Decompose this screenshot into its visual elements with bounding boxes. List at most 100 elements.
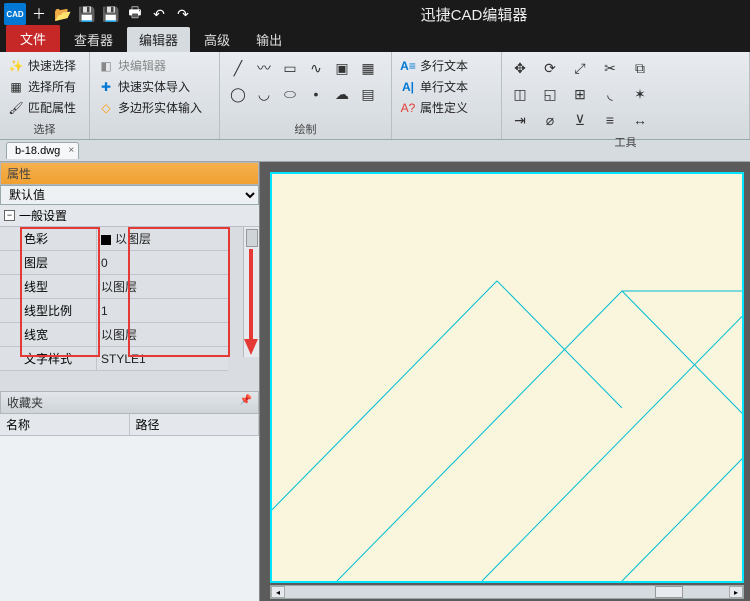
offset-tool-icon[interactable]: ◱: [538, 82, 562, 106]
tab-advanced[interactable]: 高级: [192, 27, 242, 52]
copy-tool-icon[interactable]: ⧉: [628, 56, 652, 80]
select-all-button[interactable]: ▦选择所有: [6, 77, 83, 96]
save-as-icon[interactable]: 💾: [100, 3, 122, 25]
cloud-tool-icon[interactable]: ☁: [330, 82, 354, 106]
tab-editor[interactable]: 编辑器: [127, 27, 190, 52]
explode-tool-icon[interactable]: ✶: [628, 82, 652, 106]
ellipse-tool-icon[interactable]: ⬭: [278, 82, 302, 106]
attribute-def-button[interactable]: A?属性定义: [398, 98, 495, 117]
scroll-thumb[interactable]: [246, 229, 258, 247]
arc-tool-icon[interactable]: ◡: [252, 82, 276, 106]
scroll-right-icon[interactable]: ▸: [729, 586, 743, 598]
group-label-text: [398, 123, 495, 137]
block-icon: ◧: [98, 58, 114, 74]
horizontal-scrollbar[interactable]: ◂ ▸: [270, 585, 744, 599]
join-tool-icon[interactable]: ⊻: [568, 108, 592, 132]
undo-icon[interactable]: ↶: [148, 3, 170, 25]
group-label-insert: [96, 123, 213, 137]
hatch-tool-icon[interactable]: ▦: [356, 56, 380, 80]
print-icon[interactable]: 🖶: [124, 3, 146, 25]
ribbon-group-tools: ✥ ⟳ ⤢ ✂ ⧉ ◫ ◱ ⊞ ◟ ✶ ⇥ ⌀ ⊻ ≡ ↔ 工具: [502, 52, 750, 139]
rectangle-tool-icon[interactable]: ▭: [278, 56, 302, 80]
tab-file[interactable]: 文件: [6, 25, 60, 52]
app-logo-icon: CAD: [4, 3, 26, 25]
ribbon-tabs: 文件 查看器 编辑器 高级 输出: [0, 28, 750, 52]
document-tab[interactable]: b-18.dwg ×: [6, 142, 79, 159]
redo-icon[interactable]: ↷: [172, 3, 194, 25]
ribbon-group-insert: ◧块编辑器 ✚快速实体导入 ◇多边形实体输入: [90, 52, 220, 139]
circle-tool-icon[interactable]: ◯: [226, 82, 250, 106]
properties-panel-title: 属性: [0, 162, 259, 185]
prop-val-ltscale[interactable]: 1: [96, 299, 228, 323]
prop-val-layer[interactable]: 0: [96, 251, 228, 275]
table-tool-icon[interactable]: ▤: [356, 82, 380, 106]
wand-icon: ✨: [8, 58, 24, 74]
document-tab-label: b-18.dwg: [15, 145, 60, 157]
fillet-tool-icon[interactable]: ◟: [598, 82, 622, 106]
title-bar: CAD ＋ 📂 💾 💾 🖶 ↶ ↷ 迅捷CAD编辑器: [0, 0, 750, 28]
extend-tool-icon[interactable]: ⇥: [508, 108, 532, 132]
new-file-icon[interactable]: ＋: [28, 3, 50, 25]
prop-val-lineweight[interactable]: 以图层: [96, 323, 228, 347]
scale-tool-icon[interactable]: ⤢: [568, 56, 592, 80]
multiline-text-button[interactable]: A≡多行文本: [398, 56, 495, 75]
properties-grid: 色彩以图层 图层0 线型以图层 线型比例1 线宽以图层 文字样式STYLE1: [0, 227, 228, 371]
prop-key-layer: 图层: [0, 251, 96, 275]
region-tool-icon[interactable]: ▣: [330, 56, 354, 80]
group-label-tools: 工具: [508, 132, 743, 150]
break-tool-icon[interactable]: ⌀: [538, 108, 562, 132]
select-all-icon: ▦: [8, 79, 24, 95]
prop-key-ltscale: 线型比例: [0, 299, 96, 323]
mirror-tool-icon[interactable]: ◫: [508, 82, 532, 106]
match-properties-button[interactable]: 🖌匹配属性: [6, 98, 83, 117]
tab-viewer[interactable]: 查看器: [62, 27, 125, 52]
group-label-select: 选择: [6, 119, 83, 137]
polygon-icon: ◇: [98, 100, 114, 116]
mtext-icon: A≡: [400, 58, 416, 74]
properties-section-header[interactable]: − 一般设置: [0, 205, 259, 227]
polygon-entity-input-button[interactable]: ◇多边形实体输入: [96, 98, 213, 117]
tab-output[interactable]: 输出: [244, 27, 294, 52]
prop-key-textstyle: 文字样式: [0, 347, 96, 371]
ribbon-group-text: A≡多行文本 A|单行文本 A?属性定义: [392, 52, 502, 139]
favorites-columns: 名称 路径: [0, 414, 259, 436]
point-tool-icon[interactable]: •: [304, 82, 328, 106]
stretch-tool-icon[interactable]: ↔: [628, 108, 652, 132]
main-area: 属性 默认值 − 一般设置 色彩以图层 图层0 线型以图层 线型比例1 线宽以图…: [0, 162, 750, 601]
ribbon: ✨快速选择 ▦选择所有 🖌匹配属性 选择 ◧块编辑器 ✚快速实体导入 ◇多边形实…: [0, 52, 750, 140]
block-editor-button: ◧块编辑器: [96, 56, 213, 75]
favorites-col-path[interactable]: 路径: [130, 414, 260, 435]
open-file-icon[interactable]: 📂: [52, 3, 74, 25]
save-icon[interactable]: 💾: [76, 3, 98, 25]
prop-val-textstyle[interactable]: STYLE1: [96, 347, 228, 371]
favorites-panel: 收藏夹 📌 名称 路径: [0, 391, 259, 601]
scroll-left-icon[interactable]: ◂: [271, 586, 285, 598]
red-arrow-annotation: [244, 249, 258, 355]
hscroll-thumb[interactable]: [655, 586, 683, 598]
close-tab-icon[interactable]: ×: [68, 145, 74, 156]
array-tool-icon[interactable]: ⊞: [568, 82, 592, 106]
polyline-tool-icon[interactable]: 〰: [252, 56, 276, 80]
prop-val-color[interactable]: 以图层: [96, 227, 228, 251]
quick-entity-import-button[interactable]: ✚快速实体导入: [96, 77, 213, 96]
quick-select-button[interactable]: ✨快速选择: [6, 56, 83, 75]
properties-panel: 属性 默认值 − 一般设置 色彩以图层 图层0 线型以图层 线型比例1 线宽以图…: [0, 162, 260, 601]
line-tool-icon[interactable]: ╱: [226, 56, 250, 80]
properties-default-select[interactable]: 默认值: [0, 185, 259, 205]
favorites-col-name[interactable]: 名称: [0, 414, 130, 435]
import-icon: ✚: [98, 79, 114, 95]
prop-key-linetype: 线型: [0, 275, 96, 299]
color-swatch: [101, 235, 111, 245]
single-line-text-button[interactable]: A|单行文本: [398, 77, 495, 96]
trim-tool-icon[interactable]: ✂: [598, 56, 622, 80]
prop-val-linetype[interactable]: 以图层: [96, 275, 228, 299]
prop-key-lineweight: 线宽: [0, 323, 96, 347]
collapse-icon[interactable]: −: [4, 210, 15, 221]
move-tool-icon[interactable]: ✥: [508, 56, 532, 80]
pin-icon[interactable]: 📌: [240, 395, 252, 406]
spline-tool-icon[interactable]: ∿: [304, 56, 328, 80]
drawing-canvas[interactable]: [270, 172, 744, 583]
rotate-tool-icon[interactable]: ⟳: [538, 56, 562, 80]
align-tool-icon[interactable]: ≡: [598, 108, 622, 132]
quick-access-toolbar: CAD ＋ 📂 💾 💾 🖶 ↶ ↷: [0, 1, 198, 27]
